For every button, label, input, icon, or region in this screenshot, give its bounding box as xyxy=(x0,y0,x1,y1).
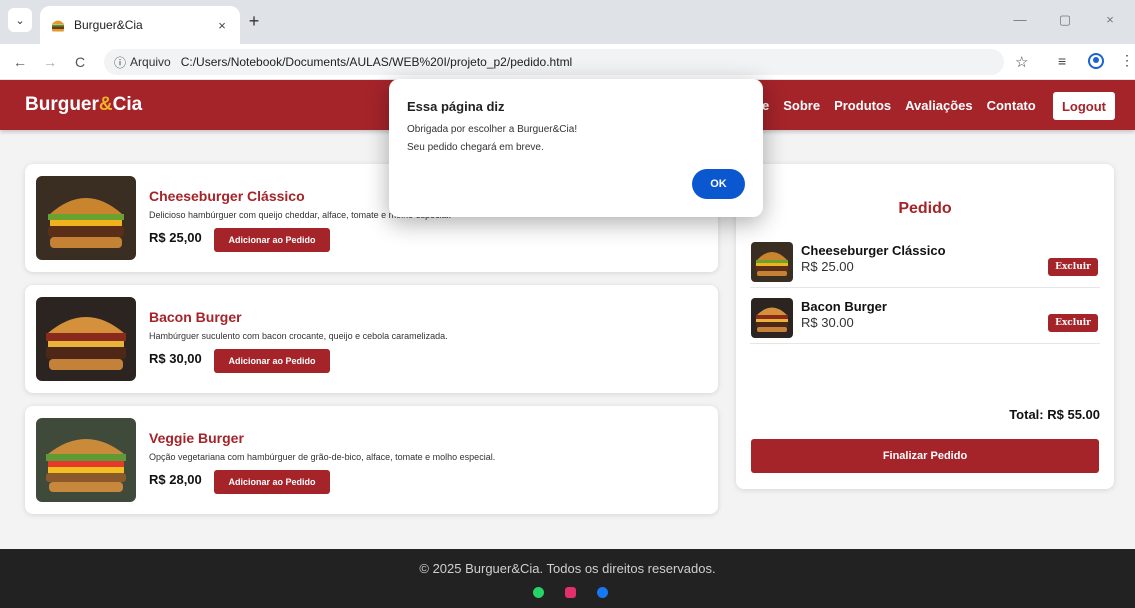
facebook-icon[interactable] xyxy=(597,587,608,598)
instagram-icon[interactable] xyxy=(565,587,576,598)
chevron-down-icon: ⌄ xyxy=(15,14,25,27)
brand-logo[interactable]: Burguer&Cia xyxy=(25,94,142,116)
order-title: Pedido xyxy=(898,200,952,217)
site-info-icon[interactable]: ⓘ xyxy=(114,54,126,71)
minimize-window-button[interactable]: — xyxy=(1010,12,1030,27)
new-tab-button[interactable]: + xyxy=(244,12,264,32)
product-description: Hambúrguer suculento com bacon crocante,… xyxy=(149,331,448,341)
product-card-bacon-burger: Bacon Burger Hambúrguer suculento com ba… xyxy=(25,285,718,393)
nav-links: e Sobre Produtos Avaliações Contato xyxy=(762,80,1050,130)
delete-item-button[interactable]: Excluir xyxy=(1048,314,1098,332)
product-name: Veggie Burger xyxy=(149,430,244,446)
back-arrow-icon[interactable]: ← xyxy=(10,52,30,72)
browser-tab[interactable]: Burguer&Cia × xyxy=(40,6,240,44)
bookmark-star-icon[interactable]: ☆ xyxy=(1015,53,1028,71)
alert-dialog: Essa página diz Obrigada por escolher a … xyxy=(389,79,763,217)
forward-arrow-icon[interactable]: → xyxy=(40,52,60,72)
order-item: Bacon Burger R$ 30.00 Excluir xyxy=(750,292,1100,344)
finish-order-button[interactable]: Finalizar Pedido xyxy=(751,439,1099,473)
order-item-price: R$ 30.00 xyxy=(801,315,854,330)
browser-menu-icon[interactable]: ⋮ xyxy=(1120,52,1134,69)
restore-window-button[interactable]: ▢ xyxy=(1055,12,1075,28)
order-total: Total: R$ 55.00 xyxy=(1009,407,1100,422)
order-item-price: R$ 25.00 xyxy=(801,259,854,274)
browser-tab-strip: ⌄ Burguer&Cia × + — ▢ × xyxy=(0,0,1135,44)
tab-search-button[interactable]: ⌄ xyxy=(8,8,32,32)
bacon-burger-photo xyxy=(36,297,136,381)
url-text[interactable]: C:/Users/Notebook/Documents/AULAS/WEB%20… xyxy=(181,55,573,69)
dialog-message-line1: Obrigada por escolher a Burguer&Cia! xyxy=(407,124,578,135)
veggie-burger-photo xyxy=(36,418,136,502)
reload-icon[interactable]: C xyxy=(70,52,90,72)
close-tab-icon[interactable]: × xyxy=(214,18,230,33)
nav-link-home[interactable]: e xyxy=(762,98,769,113)
nav-link-produtos[interactable]: Produtos xyxy=(834,98,891,113)
product-description: Opção vegetariana com hambúrguer de grão… xyxy=(149,452,496,462)
logout-button[interactable]: Logout xyxy=(1053,92,1115,120)
product-name: Cheeseburger Clássico xyxy=(149,188,305,204)
add-to-order-button[interactable]: Adicionar ao Pedido xyxy=(214,228,330,252)
copyright-text: © 2025 Burguer&Cia. Todos os direitos re… xyxy=(419,561,716,576)
order-panel: Pedido Cheeseburger Clássico R$ 25.00 Ex… xyxy=(736,164,1114,489)
product-price: R$ 25,00 xyxy=(149,230,202,245)
add-to-order-button[interactable]: Adicionar ao Pedido xyxy=(214,349,330,373)
dialog-message-line2: Seu pedido chegará em breve. xyxy=(407,142,544,153)
cheeseburger-photo xyxy=(36,176,136,260)
browser-toolbar: ← → C ⓘ Arquivo C:/Users/Notebook/Docume… xyxy=(0,44,1135,80)
nav-link-avaliacoes[interactable]: Avaliações xyxy=(905,98,972,113)
address-bar[interactable]: ⓘ Arquivo C:/Users/Notebook/Documents/AU… xyxy=(104,49,1004,75)
brand-name-part2: Cia xyxy=(112,94,143,115)
profile-avatar-icon[interactable] xyxy=(1088,53,1104,69)
product-name: Bacon Burger xyxy=(149,309,242,325)
order-item: Cheeseburger Clássico R$ 25.00 Excluir xyxy=(750,236,1100,288)
order-item-name: Cheeseburger Clássico xyxy=(801,243,946,258)
tab-title: Burguer&Cia xyxy=(74,18,143,32)
add-to-order-button[interactable]: Adicionar ao Pedido xyxy=(214,470,330,494)
nav-link-contato[interactable]: Contato xyxy=(987,98,1036,113)
cheeseburger-thumbnail xyxy=(751,242,793,282)
ok-button[interactable]: OK xyxy=(692,169,745,199)
order-item-name: Bacon Burger xyxy=(801,299,887,314)
product-card-veggie-burger: Veggie Burger Opção vegetariana com hamb… xyxy=(25,406,718,514)
dialog-title: Essa página diz xyxy=(407,99,505,114)
site-footer: © 2025 Burguer&Cia. Todos os direitos re… xyxy=(0,549,1135,608)
media-controls-icon[interactable]: ≡ xyxy=(1058,53,1066,69)
burger-favicon-icon xyxy=(52,20,64,32)
brand-name-part1: Burguer xyxy=(25,94,99,115)
bacon-burger-thumbnail xyxy=(751,298,793,338)
scheme-label: Arquivo xyxy=(130,55,171,69)
close-window-button[interactable]: × xyxy=(1100,12,1120,27)
delete-item-button[interactable]: Excluir xyxy=(1048,258,1098,276)
product-price: R$ 30,00 xyxy=(149,351,202,366)
nav-link-sobre[interactable]: Sobre xyxy=(783,98,820,113)
whatsapp-icon[interactable] xyxy=(533,587,544,598)
brand-ampersand: & xyxy=(98,94,113,115)
product-price: R$ 28,00 xyxy=(149,472,202,487)
